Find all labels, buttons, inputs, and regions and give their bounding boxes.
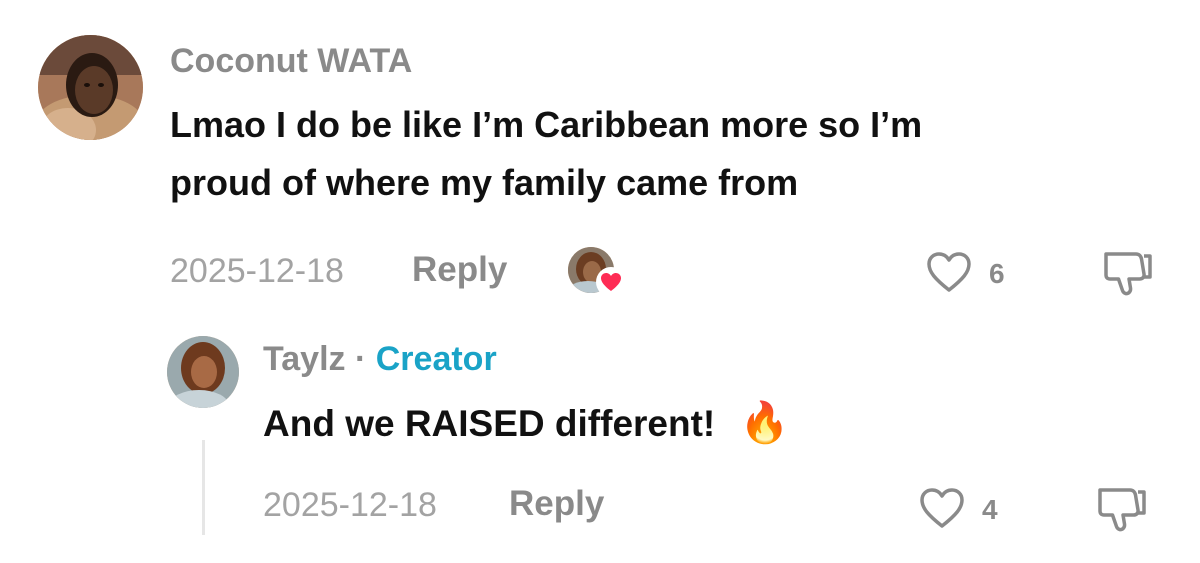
reply-button[interactable]: Reply [509,484,604,524]
creator-badge: Creator [375,340,497,378]
comment-text: Lmao I do be like I’m Caribbean more so … [170,96,1180,212]
like-count: 6 [989,258,1005,289]
reply-button[interactable]: Reply [412,250,507,290]
thumbs-down-icon [1104,252,1152,296]
like-button[interactable]: 4 [918,484,1018,530]
reply-username[interactable]: Taylz [263,340,346,378]
separator-dot: · [354,340,367,378]
dislike-button[interactable] [1100,248,1156,298]
creator-liked-heart-icon [596,267,626,297]
reply-text: And we RAISED different! 🔥 [263,394,789,453]
avatar-image [38,35,143,140]
like-button[interactable]: 6 [925,248,1025,294]
reply-text-content: And we RAISED different! [263,403,716,444]
avatar[interactable] [38,35,143,140]
reply-date: 2025-12-18 [263,486,437,524]
like-count: 4 [982,494,998,525]
reply-item: Taylz · Creator And we RAISED different!… [0,320,1200,563]
avatar-image [167,336,239,408]
heart-outline-icon [920,488,964,528]
heart-outline-icon [927,252,971,292]
thumbs-down-icon [1098,488,1146,532]
fire-emoji: 🔥 [739,401,790,445]
reply-username-row: Taylz · Creator [263,340,497,379]
avatar[interactable] [167,336,239,408]
dislike-button[interactable] [1094,484,1150,534]
comment-item: Coconut WATA Lmao I do be like I’m Carib… [0,0,1200,310]
comment-date: 2025-12-18 [170,252,344,290]
comment-text-line: Lmao I do be like I’m Caribbean more so … [170,104,923,145]
comment-username[interactable]: Coconut WATA [170,42,412,81]
creator-liked-badge [568,245,628,297]
comment-text-line: proud of where my family came from [170,162,799,203]
